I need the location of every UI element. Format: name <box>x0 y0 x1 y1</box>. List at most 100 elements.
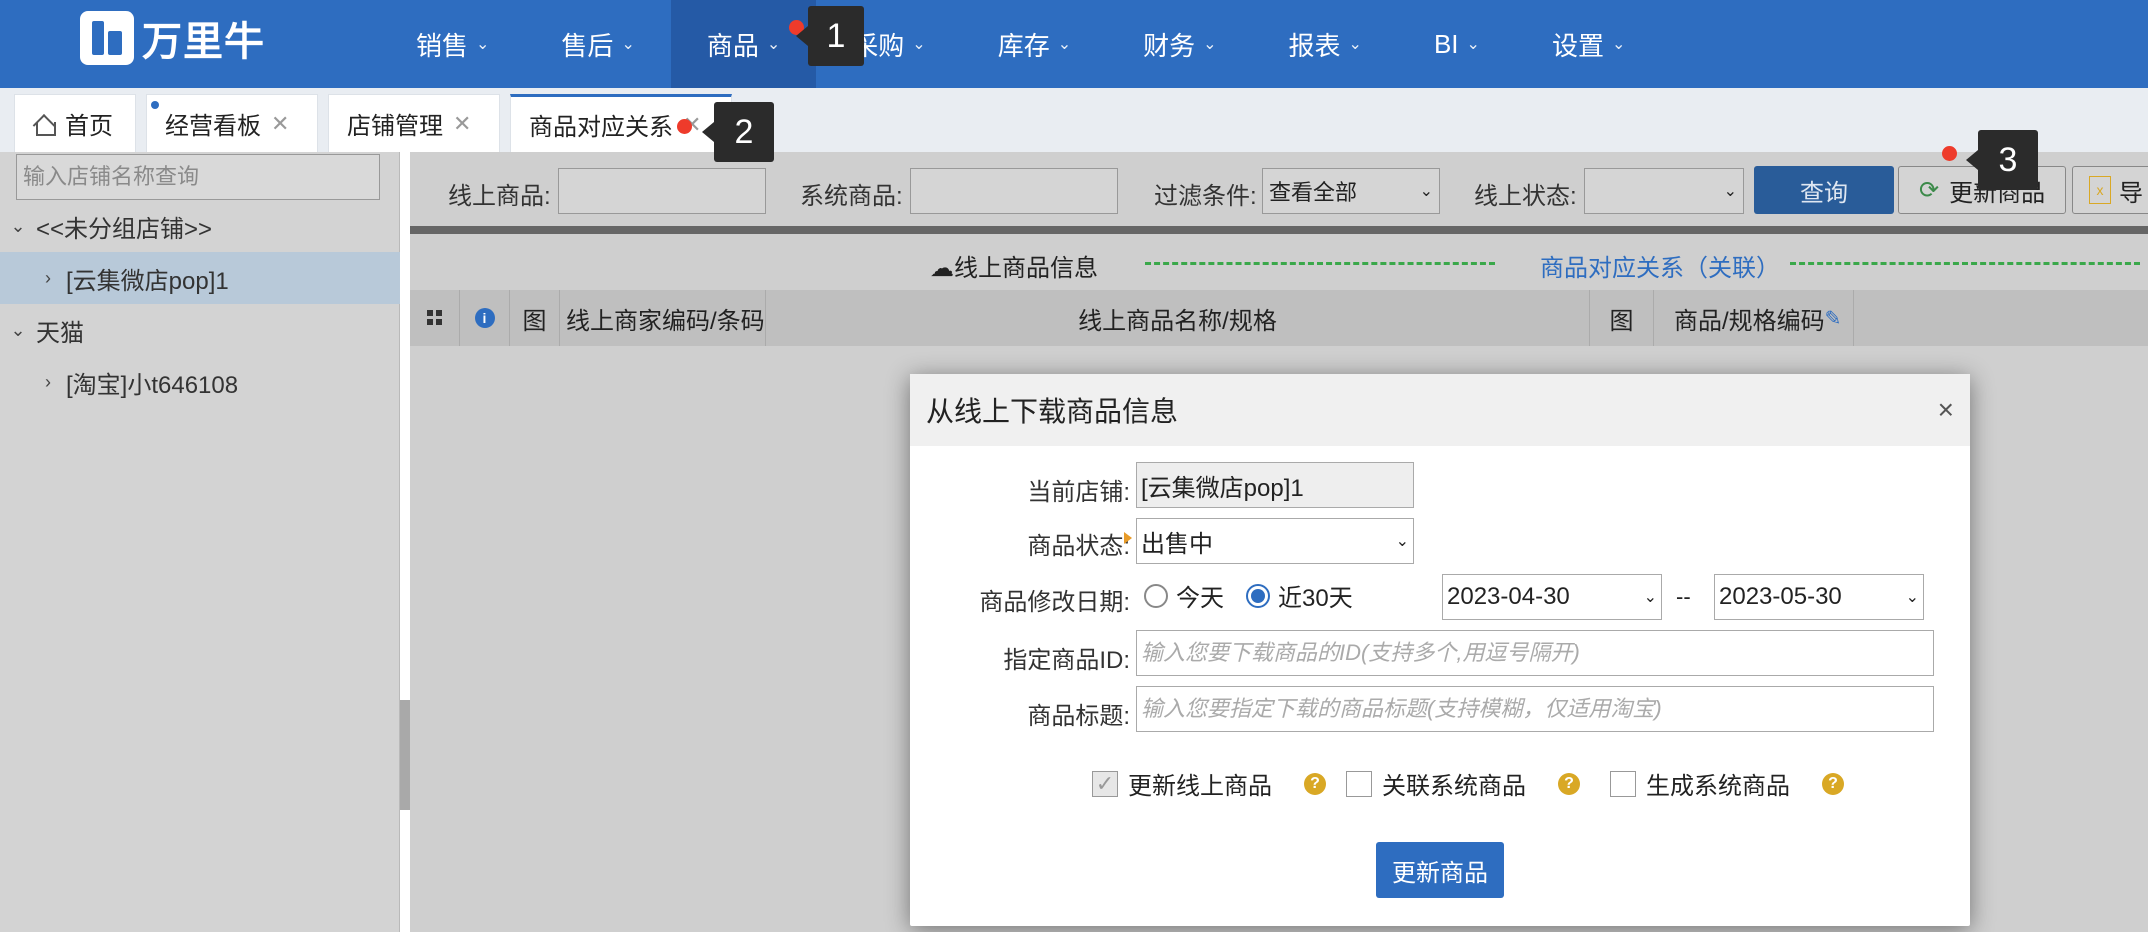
mapping-section-title[interactable]: 商品对应关系（关联） <box>1540 248 1780 283</box>
online-status-label: 线上状态: <box>1474 183 1577 210</box>
tree-group-tmall[interactable]: ⌄ 天猫 <box>0 304 400 356</box>
date-to-select[interactable]: 2023-05-30 ⌄ <box>1714 574 1924 620</box>
product-status-label: 商品状态: <box>1027 533 1130 560</box>
required-marker-icon <box>1124 532 1132 544</box>
nav-finance[interactable]: 财务 ⌄ <box>1107 0 1252 88</box>
brand-name: 万里牛 <box>142 19 265 64</box>
chevron-right-icon[interactable]: › <box>30 268 66 289</box>
info-icon[interactable]: i <box>460 290 510 346</box>
chevron-down-icon: ⌄ <box>1466 36 1480 53</box>
system-product-label: 系统商品: <box>800 183 903 210</box>
notification-dot <box>677 119 692 134</box>
nav-settings[interactable]: 设置 ⌄ <box>1516 0 1661 88</box>
product-status-select[interactable]: 出售中 ⌄ <box>1136 518 1414 564</box>
top-navbar: 万里牛 销售 ⌄ 售后 ⌄ 商品 ⌄ 采购 ⌄ 库存 ⌄ 财务 ⌄ 报表 ⌄ BI ⌄ 设置 ⌄ <box>0 0 2148 88</box>
checkbox-link-system[interactable]: 关联系统商品 ? <box>1346 766 1580 801</box>
callout-3: 3 <box>1966 130 2038 190</box>
help-icon[interactable]: ? <box>1822 772 1844 795</box>
tab-dashboard[interactable]: 经营看板 ✕ <box>146 94 318 152</box>
dialog-title: 从线上下载商品信息 <box>926 396 1179 427</box>
chevron-down-icon: ⌄ <box>1203 36 1217 53</box>
date-from-select[interactable]: 2023-04-30 ⌄ <box>1442 574 1662 620</box>
product-id-label: 指定商品ID: <box>1003 647 1130 674</box>
column-merchant-code: 线上商家编码/条码 <box>560 290 766 346</box>
chevron-down-icon: ⌄ <box>1057 36 1072 53</box>
brand-logo[interactable]: 万里牛 <box>80 10 265 65</box>
nav-sales[interactable]: 销售 ⌄ <box>380 0 525 88</box>
chevron-down-icon: ⌄ <box>1348 36 1362 53</box>
product-id-input[interactable] <box>1136 630 1934 676</box>
system-product-input[interactable] <box>910 168 1118 214</box>
close-icon[interactable]: × <box>1938 394 1954 426</box>
column-product-name: 线上商品名称/规格 <box>766 290 1590 346</box>
help-icon[interactable]: ? <box>1304 772 1326 795</box>
import-button[interactable]: x 导 <box>2072 166 2148 214</box>
chevron-down-icon[interactable]: ⌄ <box>0 320 36 341</box>
column-sku-code: 商品/规格编码 ✎ <box>1654 290 1854 346</box>
update-products-button[interactable]: 更新商品 <box>1376 842 1504 898</box>
tree-item-yunji-shop[interactable]: › [云集微店pop]1 <box>0 252 400 304</box>
online-product-input[interactable] <box>558 168 766 214</box>
checkmark-icon[interactable]: ✓ <box>1092 770 1118 797</box>
refresh-icon: ⟳ <box>1919 176 1940 204</box>
product-title-input[interactable] <box>1136 686 1934 732</box>
chevron-right-icon[interactable]: › <box>30 372 66 393</box>
shop-search-input[interactable] <box>16 154 380 200</box>
chevron-down-icon: ⌄ <box>766 36 781 53</box>
checkbox-icon[interactable] <box>1610 770 1636 797</box>
tree-group-ungrouped[interactable]: ⌄ <<未分组店铺>> <box>0 200 400 252</box>
chevron-down-icon: ⌄ <box>1611 36 1626 53</box>
divider <box>410 226 2148 234</box>
filter-condition-select[interactable]: 查看全部 ⌄ <box>1262 168 1440 214</box>
main-nav: 销售 ⌄ 售后 ⌄ 商品 ⌄ 采购 ⌄ 库存 ⌄ 财务 ⌄ 报表 ⌄ BI ⌄ 设置 ⌄ <box>380 0 1661 88</box>
shop-sidebar: ⌄ <<未分组店铺>> › [云集微店pop]1 ⌄ 天猫 › [淘宝]小t64… <box>0 152 400 932</box>
query-button[interactable]: 查询 <box>1754 166 1894 214</box>
nav-after-sales[interactable]: 售后 ⌄ <box>525 0 670 88</box>
chevron-down-icon: ⌄ <box>476 36 490 53</box>
filter-condition-label: 过滤条件: <box>1154 183 1257 210</box>
checkbox-icon[interactable] <box>1346 770 1372 797</box>
home-icon <box>33 114 56 136</box>
close-icon[interactable]: ✕ <box>271 111 289 137</box>
dashed-separator <box>1790 262 2140 265</box>
section-header: ☁线上商品信息 商品对应关系（关联） <box>410 234 2148 290</box>
online-status-select[interactable]: ⌄ <box>1584 168 1744 214</box>
nav-reports[interactable]: 报表 ⌄ <box>1253 0 1398 88</box>
checkbox-generate-system[interactable]: 生成系统商品 ? <box>1610 766 1844 801</box>
modify-date-label: 商品修改日期: <box>979 589 1130 616</box>
chevron-down-icon: ⌄ <box>1905 589 1919 606</box>
nav-inventory[interactable]: 库存 ⌄ <box>962 0 1107 88</box>
chevron-down-icon: ⌄ <box>1395 533 1409 550</box>
tab-shop-management[interactable]: 店铺管理 ✕ <box>328 94 500 152</box>
nav-bi[interactable]: BI ⌄ <box>1398 0 1516 88</box>
tab-bar: 首页 经营看板 ✕ 店铺管理 ✕ 商品对应关系 ✕ <box>0 88 2148 152</box>
tab-product-mapping[interactable]: 商品对应关系 ✕ <box>510 94 732 152</box>
current-shop-field: [云集微店pop]1 <box>1136 462 1414 508</box>
checkbox-update-online[interactable]: ✓ 更新线上商品 ? <box>1092 766 1326 801</box>
dialog-header: 从线上下载商品信息 × <box>910 374 1970 446</box>
chevron-down-icon: ⌄ <box>912 36 926 53</box>
chevron-down-icon[interactable]: ⌄ <box>0 216 36 237</box>
edit-pencil-icon[interactable]: ✎ <box>1825 306 1842 331</box>
chevron-down-icon: ⌄ <box>621 36 635 53</box>
column-image: 图 <box>510 290 560 346</box>
radio-today[interactable]: 今天 <box>1144 578 1224 613</box>
nav-products[interactable]: 商品 ⌄ <box>670 0 817 88</box>
dashed-separator <box>1145 262 1495 265</box>
tree-item-taobao-shop[interactable]: › [淘宝]小t646108 <box>0 356 400 408</box>
radio-icon[interactable] <box>1246 583 1270 608</box>
chevron-down-icon: ⌄ <box>1723 183 1737 200</box>
radio-icon[interactable] <box>1144 583 1168 608</box>
chevron-down-icon: ⌄ <box>1643 589 1657 606</box>
help-icon[interactable]: ? <box>1558 772 1580 795</box>
sidebar-scrollbar[interactable] <box>400 700 410 810</box>
column-image-2: 图 <box>1590 290 1654 346</box>
download-products-dialog: 从线上下载商品信息 × 当前店铺: [云集微店pop]1 商品状态: 出售中 ⌄… <box>910 374 1970 926</box>
cloud-icon: ☁ <box>930 255 954 282</box>
tab-home[interactable]: 首页 <box>14 94 136 152</box>
close-icon[interactable]: ✕ <box>453 111 471 137</box>
radio-last-30-days[interactable]: 近30天 <box>1246 578 1353 613</box>
grid-icon[interactable] <box>410 290 460 346</box>
excel-file-icon: x <box>2089 176 2111 204</box>
current-shop-label: 当前店铺: <box>1027 479 1130 506</box>
